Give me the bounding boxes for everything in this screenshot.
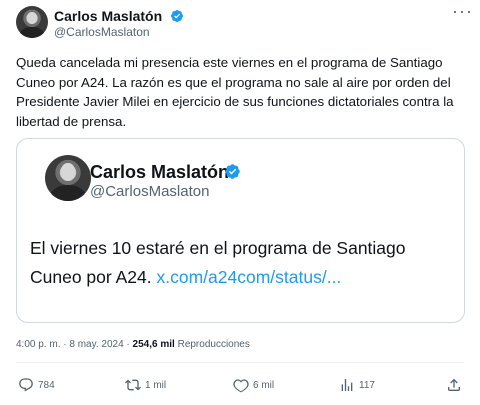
tweet-time[interactable]: 4:00 p. m. bbox=[16, 339, 60, 350]
reply-count: 784 bbox=[38, 379, 55, 391]
heart-icon bbox=[233, 379, 249, 393]
quote-author-name: Carlos Maslatón bbox=[90, 162, 230, 182]
tweet-date[interactable]: 8 may. 2024 bbox=[69, 339, 123, 350]
author-name[interactable]: Carlos Maslatón bbox=[54, 7, 162, 25]
verified-badge-icon bbox=[171, 10, 183, 22]
share-button[interactable] bbox=[446, 376, 466, 394]
views-icon bbox=[341, 379, 353, 391]
tweet-metadata: 4:00 p. m. · 8 may. 2024 · 254,6 mil Rep… bbox=[16, 338, 250, 352]
like-count: 6 mil bbox=[253, 379, 275, 391]
quote-link[interactable]: x.com/a24com/status/... bbox=[157, 267, 342, 287]
reply-icon bbox=[19, 378, 33, 392]
views-label: Reproducciones bbox=[174, 339, 250, 350]
verified-badge-icon bbox=[225, 164, 240, 179]
repost-count: 1 mil bbox=[145, 379, 167, 391]
reply-button[interactable]: 784 bbox=[18, 376, 55, 394]
repost-icon bbox=[125, 379, 141, 391]
author-handle[interactable]: @CarlosMaslaton bbox=[54, 24, 150, 40]
meta-separator: · bbox=[123, 339, 133, 350]
views-button[interactable]: 117 bbox=[339, 376, 375, 394]
quote-author-handle: @CarlosMaslaton bbox=[90, 183, 210, 200]
quote-author-avatar bbox=[45, 155, 91, 201]
more-options-button[interactable]: ··· bbox=[452, 1, 473, 24]
views-action-count: 117 bbox=[359, 379, 375, 391]
quote-tweet-card[interactable]: Carlos Maslatón @CarlosMaslaton El viern… bbox=[16, 138, 465, 323]
tweet-text: Queda cancelada mi presencia este vierne… bbox=[16, 55, 454, 129]
divider bbox=[16, 362, 464, 363]
more-horizontal-icon: ··· bbox=[452, 1, 473, 21]
author-avatar[interactable] bbox=[16, 6, 48, 38]
share-icon bbox=[448, 378, 460, 391]
quote-text: El viernes 10 estaré en el programa de S… bbox=[30, 234, 455, 292]
repost-button[interactable]: 1 mil bbox=[125, 376, 166, 394]
views-count: 254,6 mil bbox=[132, 339, 175, 350]
like-button[interactable]: 6 mil bbox=[233, 376, 274, 394]
